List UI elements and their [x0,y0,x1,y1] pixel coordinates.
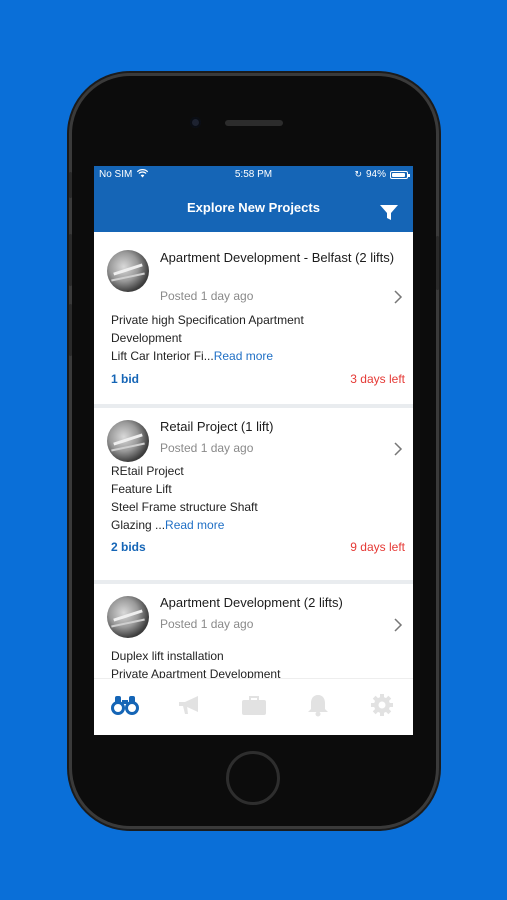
description-line: REtail Project [111,464,184,478]
megaphone-icon[interactable] [176,693,204,717]
front-camera [190,117,201,128]
posted-time: Posted 1 day ago [160,289,254,303]
chevron-right-icon[interactable] [393,618,403,632]
bid-count: 2 bids [111,540,146,554]
battery-status: ↻ 94% [354,169,410,180]
project-description: Private high Specification Apartment Dev… [111,311,401,365]
power-button [436,236,439,290]
project-title: Apartment Development (2 lifts) [160,595,343,610]
battery-icon [390,170,410,179]
project-card[interactable]: Apartment Development (2 lifts) Posted 1… [94,584,413,684]
description-line: Lift Car Interior Fi...Read more [111,347,401,365]
app-screen: No SIM 5:58 PM ↻ 94% Explore New Project… [94,166,413,735]
description-line: Duplex lift installation [111,649,224,663]
orientation-lock-icon: ↻ [354,169,362,179]
mute-switch [69,172,72,198]
bid-count: 1 bid [111,372,140,386]
volume-up-button [69,234,72,286]
project-title: Retail Project (1 lift) [160,419,274,434]
project-description: REtail Project Feature Lift Steel Frame … [111,462,401,534]
battery-percent: 94% [365,169,386,180]
project-card[interactable]: Apartment Development - Belfast (2 lifts… [94,232,413,404]
bell-icon[interactable] [304,693,332,717]
page-title: Explore New Projects [187,200,320,215]
read-more-link[interactable]: Read more [214,349,273,363]
posted-time: Posted 1 day ago [160,441,254,455]
description-truncated: Glazing ... [111,518,166,532]
posted-time: Posted 1 day ago [160,617,254,631]
gear-icon[interactable] [368,693,396,717]
chevron-right-icon[interactable] [393,442,403,456]
days-left: 9 days left [350,540,405,554]
filter-icon[interactable] [379,204,399,222]
description-line: Private high Specification Apartment [111,313,304,327]
bottom-tab-bar [94,678,413,735]
description-truncated: Lift Car Interior Fi... [111,349,214,363]
description-line: Feature Lift [111,482,172,496]
project-title: Apartment Development - Belfast (2 lifts… [160,250,395,265]
binoculars-icon[interactable] [111,693,139,717]
days-left: 3 days left [350,372,405,386]
project-card[interactable]: Retail Project (1 lift) Posted 1 day ago… [94,408,413,580]
description-line: Glazing ...Read more [111,516,401,534]
status-bar: No SIM 5:58 PM ↻ 94% [94,166,413,184]
earpiece-speaker [225,120,283,126]
project-avatar [107,420,149,462]
project-avatar [107,596,149,638]
volume-down-button [69,304,72,356]
read-more-link[interactable]: Read more [165,518,224,532]
home-button[interactable] [226,751,280,805]
description-line: Development [111,331,182,345]
description-line: Steel Frame structure Shaft [111,500,258,514]
project-avatar [107,250,149,292]
chevron-right-icon[interactable] [393,290,403,304]
app-header: No SIM 5:58 PM ↻ 94% Explore New Project… [94,166,413,232]
briefcase-icon[interactable] [240,693,268,717]
